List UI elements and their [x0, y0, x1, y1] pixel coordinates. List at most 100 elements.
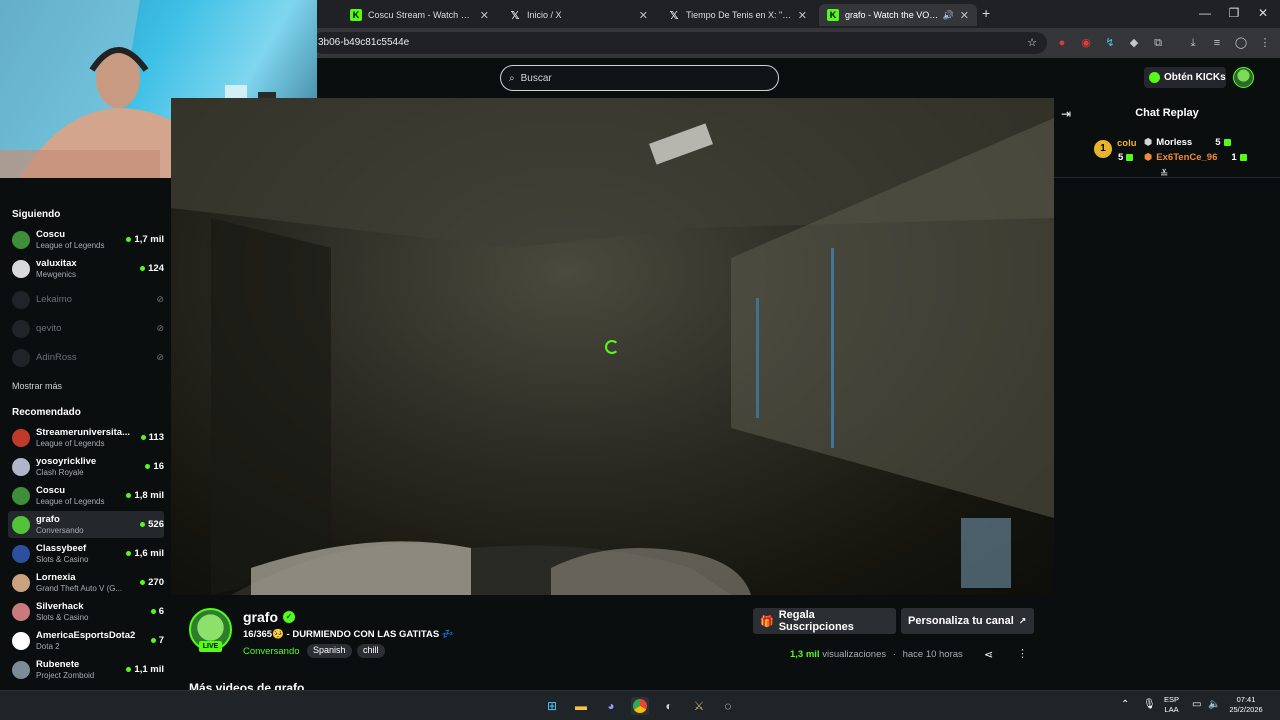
gift-subs-button[interactable]: 🎁 Regala Suscripciones	[753, 608, 896, 634]
sidebar-channel-offline[interactable]: Lekaimo ⊘	[8, 286, 164, 313]
stream-category[interactable]: Conversando	[243, 646, 300, 657]
show-hidden-icons-icon[interactable]: ⌃	[1121, 699, 1129, 710]
browser-tab[interactable]: 𝕏 Tiempo De Tenis en X: "🤯 EL E ✕	[660, 4, 815, 26]
viewer-count: 7	[150, 635, 164, 646]
windows-start-icon[interactable]: ⊞	[543, 697, 561, 715]
viewer-count-value: 1,1 mil	[134, 664, 164, 675]
browser-tab-active[interactable]: K grafo - Watch the VOD on K 🔊 ✕	[819, 4, 977, 26]
download-icon[interactable]: ⤓	[1186, 36, 1200, 50]
search-input[interactable]: ⌕ Buscar	[500, 65, 779, 91]
verified-icon: ✓	[283, 611, 295, 623]
browser-menu-icon[interactable]: ⋮	[1258, 36, 1272, 50]
live-badge: LIVE	[199, 641, 222, 652]
sidebar-channel-offline[interactable]: qevito ⊘	[8, 315, 164, 342]
sidebar-channel[interactable]: Classybeef Slots & Casino 1,6 mil	[8, 540, 164, 567]
profile-icon[interactable]: ◯	[1234, 36, 1248, 50]
avatar	[12, 660, 30, 679]
language-indicator[interactable]: ESP LAA	[1164, 695, 1179, 715]
app-icon[interactable]: ◌	[719, 697, 737, 715]
channel-name[interactable]: grafo	[243, 609, 278, 625]
sidebar-channel[interactable]: valuxitax Mewgenics 124	[8, 255, 164, 282]
address-bar[interactable]: 3b06-b49c81c5544e ☆	[312, 32, 1047, 54]
sidebar-channel[interactable]: AmericaEsportsDota2 Dota 2 7	[8, 627, 164, 654]
live-dot-icon	[140, 435, 146, 440]
file-explorer-icon[interactable]: ▬	[572, 697, 590, 715]
offline-icon: ⊘	[156, 323, 164, 333]
expand-leaderboard-icon[interactable]: ≚	[1160, 169, 1168, 180]
top-gifter[interactable]: colu	[1117, 138, 1137, 149]
offline-icon: ⊘	[156, 294, 164, 304]
show-more-link[interactable]: Mostrar más	[12, 381, 62, 391]
sidebar-channel[interactable]: Rubenete Project Zomboid 1,1 mil	[8, 656, 164, 683]
sidebar-channel[interactable]: Coscu League of Legends 1,7 mil	[8, 226, 164, 253]
close-window-icon[interactable]: ✕	[1253, 6, 1273, 20]
clock-time: 07:41	[1236, 695, 1256, 704]
live-dot-icon	[126, 551, 132, 556]
loading-spinner-icon	[605, 340, 619, 354]
kick-favicon-icon: K	[827, 9, 839, 21]
video-player[interactable]	[171, 98, 1054, 595]
channel-name: Lekaimo	[36, 294, 72, 305]
gift-icon	[1126, 154, 1134, 161]
tag-pill[interactable]: chill	[357, 644, 385, 658]
gift-count: 5	[1215, 137, 1221, 148]
microphone-icon[interactable]: 🎙	[1143, 699, 1156, 710]
share-icon[interactable]: ⋖	[984, 648, 993, 661]
avatar	[12, 631, 30, 650]
avatar	[12, 319, 30, 338]
chrome-icon[interactable]	[631, 697, 649, 715]
extension-icon[interactable]: ◆	[1127, 36, 1141, 50]
channel-category: League of Legends	[36, 439, 105, 448]
extension-icon[interactable]: ◉	[1079, 36, 1093, 50]
extension-icon[interactable]: ●	[1055, 36, 1069, 50]
sidebar-channel-offline[interactable]: AdinRoss ⊘	[8, 344, 164, 371]
avatar	[12, 457, 30, 476]
media-icon[interactable]: ≡	[1210, 36, 1224, 50]
extensions-puzzle-icon[interactable]: ⧉	[1151, 36, 1165, 50]
avatar	[12, 515, 30, 534]
volume-icon[interactable]: 🔈	[1208, 699, 1220, 710]
sidebar-channel[interactable]: Streameruniversita... League of Legends 1…	[8, 424, 164, 451]
clock[interactable]: 07:41 25/2/2026	[1226, 695, 1266, 715]
browser-tab[interactable]: K Coscu Stream - Watch Live on K ✕	[342, 4, 497, 26]
bookmark-star-icon[interactable]: ☆	[1027, 36, 1037, 49]
avatar	[12, 290, 30, 309]
sidebar-channel-selected[interactable]: grafo Conversando 526	[8, 511, 164, 538]
user-avatar[interactable]	[1233, 67, 1254, 88]
get-kicks-button[interactable]: Obtén KICKs	[1144, 67, 1226, 88]
sidebar-channel[interactable]: yosoyricklive Clash Royale 16	[8, 453, 164, 480]
close-tab-icon[interactable]: ✕	[798, 9, 807, 22]
gift-count: 1	[1231, 152, 1237, 163]
sidebar-channel[interactable]: Lornexia Grand Theft Auto V (G... 270	[8, 569, 164, 596]
tag-pill[interactable]: Spanish	[307, 644, 352, 658]
sidebar-channel[interactable]: Coscu League of Legends 1,8 mil	[8, 482, 164, 509]
league-client-icon[interactable]: ⚔	[690, 697, 708, 715]
top-gifter-count: 5	[1118, 152, 1134, 163]
avatar	[12, 573, 30, 592]
kick-favicon-icon: K	[350, 9, 362, 21]
close-tab-icon[interactable]: ✕	[480, 9, 489, 22]
viewer-count-value: 7	[158, 635, 164, 646]
browser-tab[interactable]: 𝕏 Inicio / X ✕	[501, 4, 656, 26]
gift-icon: 🎁	[760, 615, 774, 628]
avatar	[12, 259, 30, 278]
minimize-icon[interactable]: —	[1195, 6, 1215, 20]
gifter-row[interactable]: ⬢ Morless 5	[1144, 137, 1231, 148]
network-icon[interactable]: ▭	[1192, 699, 1201, 710]
restore-icon[interactable]: ❐	[1224, 6, 1244, 20]
channel-name: AmericaEsportsDota2	[36, 630, 136, 641]
gifter-row[interactable]: ⬢ Ex6TenCe_96 1	[1144, 152, 1247, 163]
sidebar-channel[interactable]: Silverhack Slots & Casino 6	[8, 598, 164, 625]
viewer-count-value: 526	[148, 519, 164, 530]
close-tab-icon[interactable]: ✕	[960, 9, 969, 22]
more-options-icon[interactable]: ⋮	[1017, 647, 1028, 660]
steam-icon[interactable]: ◐	[660, 697, 678, 715]
new-tab-button[interactable]: +	[982, 5, 990, 21]
close-tab-icon[interactable]: ✕	[639, 9, 648, 22]
customize-channel-button[interactable]: Personaliza tu canal ↗	[901, 608, 1034, 634]
discord-icon[interactable]: ◕	[602, 697, 620, 715]
channel-name: qevito	[36, 323, 62, 334]
offline-icon: ⊘	[156, 352, 164, 362]
speaker-icon[interactable]: 🔊	[943, 10, 954, 21]
extension-icon[interactable]: ↯	[1103, 36, 1117, 50]
